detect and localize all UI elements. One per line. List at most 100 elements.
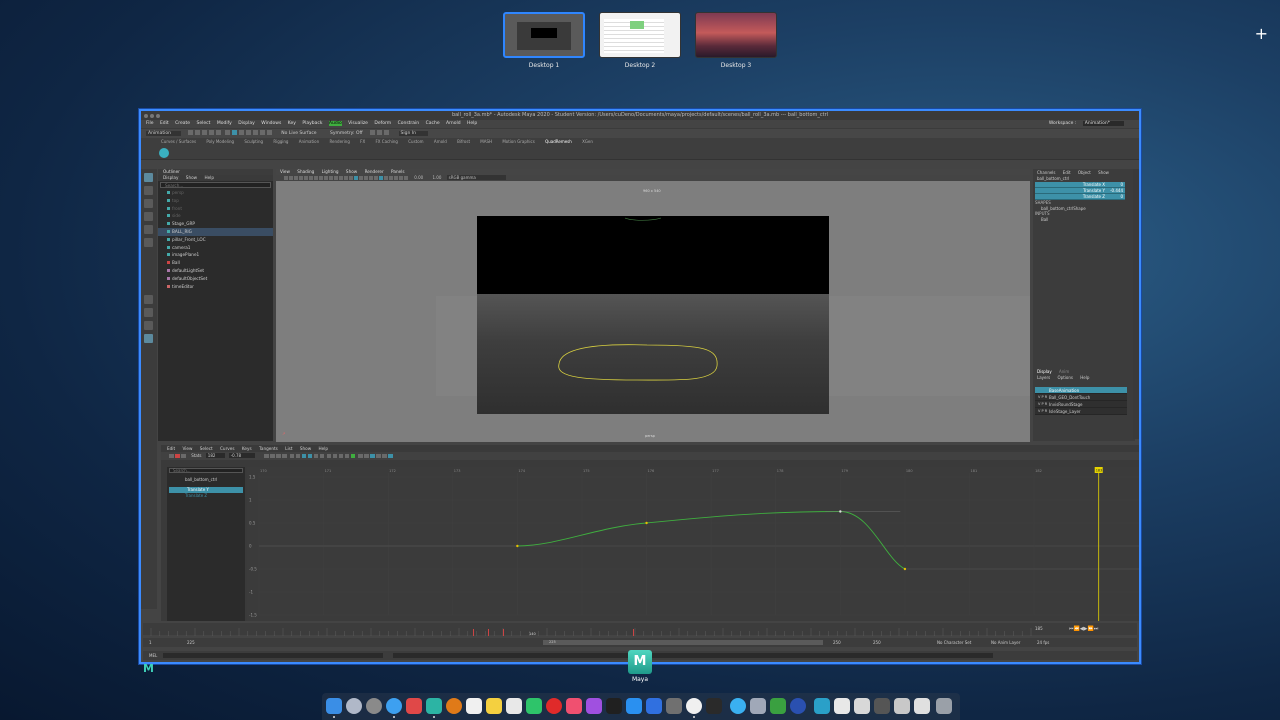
vp-menu-renderer[interactable]: Renderer (365, 169, 384, 174)
app-store-icon[interactable] (646, 698, 662, 714)
notes-icon[interactable] (486, 698, 502, 714)
shelf-tab-active[interactable]: QuadRemesh (545, 139, 572, 144)
vp-menu-show[interactable]: Show (346, 169, 357, 174)
menu-help[interactable]: Help (467, 121, 477, 126)
normalize-icon[interactable] (370, 453, 375, 459)
shelf-tab[interactable]: XGen (582, 139, 593, 144)
shelf-tab[interactable]: Rigging (273, 139, 288, 144)
shelf-tab[interactable]: Custom (408, 139, 423, 144)
menu-file[interactable]: File (146, 121, 154, 126)
vp-tool-icon[interactable] (399, 176, 403, 180)
vp-tool-icon[interactable] (404, 176, 408, 180)
scale-tool-icon[interactable] (144, 238, 153, 247)
channel-value[interactable]: 0 (1120, 194, 1123, 200)
pre-infinity-icon[interactable] (382, 453, 387, 459)
music-icon[interactable] (566, 698, 582, 714)
break-tangent-icon[interactable] (326, 453, 332, 459)
menu-create[interactable]: Create (175, 121, 190, 126)
range-bar[interactable] (543, 640, 823, 645)
maya-dock-icon[interactable] (426, 698, 442, 714)
vp-menu-panels[interactable]: Panels (391, 169, 404, 174)
space-desktop-1[interactable]: Desktop 1 (503, 12, 585, 69)
layer-row[interactable]: BaseAnimation (1035, 387, 1127, 394)
playback-controls[interactable]: ⏮⏪◀▶⏩⏭ (1069, 624, 1135, 634)
menu-audio[interactable]: Audio (328, 121, 342, 126)
paint-select-icon[interactable] (144, 199, 153, 208)
layer-row[interactable]: V P R InvisRoundStage (1035, 401, 1127, 408)
outliner-item[interactable]: side (158, 212, 273, 220)
select-tool-icon[interactable] (144, 173, 153, 182)
layer-vpr[interactable]: V P R (1038, 401, 1047, 408)
outliner-item[interactable]: timeEditor (158, 283, 273, 291)
shelf-tab[interactable]: Rendering (329, 139, 349, 144)
menu-constrain[interactable]: Constrain (398, 121, 420, 126)
four-view-icon[interactable] (144, 308, 153, 317)
snap-view-icon[interactable] (266, 130, 272, 135)
cb-menu-show[interactable]: Show (1098, 170, 1109, 175)
command-language-label[interactable]: MEL (149, 653, 157, 658)
plateau-tangent-icon[interactable] (319, 453, 325, 459)
layer-tab-display[interactable]: Display (1037, 369, 1052, 374)
document-icon[interactable] (914, 698, 930, 714)
document-icon[interactable] (894, 698, 910, 714)
blender-icon[interactable] (446, 698, 462, 714)
start-frame-field[interactable]: 1 (149, 638, 152, 647)
shelf-tab[interactable]: Bifrost (457, 139, 470, 144)
vp-menu-lighting[interactable]: Lighting (322, 169, 339, 174)
news-icon[interactable] (546, 698, 562, 714)
select-component-icon[interactable] (238, 130, 244, 135)
fps-dropdown[interactable]: 24 fps (1037, 638, 1049, 647)
photo-booth-icon[interactable] (406, 698, 422, 714)
menu-windows[interactable]: Windows (261, 121, 281, 126)
gamma-field[interactable]: 1.00 (432, 175, 441, 180)
center-icon[interactable] (282, 453, 287, 459)
quadremesh-icon[interactable] (159, 148, 169, 158)
podcasts-icon[interactable] (586, 698, 602, 714)
current-frame-field[interactable]: 185 (1035, 624, 1043, 634)
workspace-selector[interactable]: Workspace : Animation* (1049, 120, 1129, 128)
vp-tool-icon[interactable] (349, 176, 353, 180)
unify-tangent-icon[interactable] (332, 453, 338, 459)
layout-icon[interactable] (144, 321, 153, 330)
menu-visualize[interactable]: Visualize (348, 121, 368, 126)
menu-arnold[interactable]: Arnold (446, 121, 461, 126)
facetime-icon[interactable] (770, 698, 786, 714)
graph-layout-icon[interactable] (144, 334, 153, 343)
vp-tool-icon[interactable] (389, 176, 393, 180)
shelf-tab[interactable]: Motion Graphics (502, 139, 535, 144)
ge-menu-tangents[interactable]: Tangents (259, 446, 278, 451)
vp-tool-icon[interactable] (304, 176, 308, 180)
stats-value-field[interactable]: -0.78 (228, 453, 256, 458)
layer-row[interactable]: V P R Ball_GEO_DontTouch (1035, 394, 1127, 401)
keynote-icon[interactable] (626, 698, 642, 714)
vpn-icon[interactable] (790, 698, 806, 714)
color-space-dropdown[interactable]: sRGB gamma (446, 175, 506, 180)
symmetry-dropdown[interactable]: Symmetry: Off (330, 131, 363, 136)
new-scene-icon[interactable] (188, 130, 194, 135)
layer-menu-layers[interactable]: Layers (1037, 375, 1050, 380)
menu-cache[interactable]: Cache (426, 121, 440, 126)
range-start-field[interactable]: 225 (187, 638, 195, 647)
layer-tab-anim[interactable]: Anim (1059, 369, 1069, 374)
snap-grid-icon[interactable] (245, 130, 251, 135)
space-desktop-3[interactable]: Desktop 3 (695, 12, 777, 69)
vp-tool-icon[interactable] (329, 176, 333, 180)
ge-menu-keys[interactable]: Keys (242, 446, 252, 451)
step-tangent-icon[interactable] (313, 453, 319, 459)
zoom-icon[interactable] (156, 114, 160, 118)
outliner-menu-display[interactable]: Display (163, 175, 178, 180)
terminal-icon[interactable] (706, 698, 722, 714)
calendar-icon[interactable] (466, 698, 482, 714)
reminders-icon[interactable] (506, 698, 522, 714)
document-icon[interactable] (874, 698, 890, 714)
save-scene-icon[interactable] (202, 130, 208, 135)
ge-menu-list[interactable]: List (285, 446, 292, 451)
side-tab-strip[interactable] (1133, 169, 1139, 439)
layer-vpr[interactable]: V P R (1038, 408, 1047, 415)
linear-tangent-icon[interactable] (301, 453, 307, 459)
vp-tool-icon[interactable] (299, 176, 303, 180)
frame-selection-icon[interactable] (270, 453, 275, 459)
open-scene-icon[interactable] (195, 130, 201, 135)
menu-display[interactable]: Display (238, 121, 255, 126)
buffer-curve-icon[interactable] (358, 453, 363, 459)
